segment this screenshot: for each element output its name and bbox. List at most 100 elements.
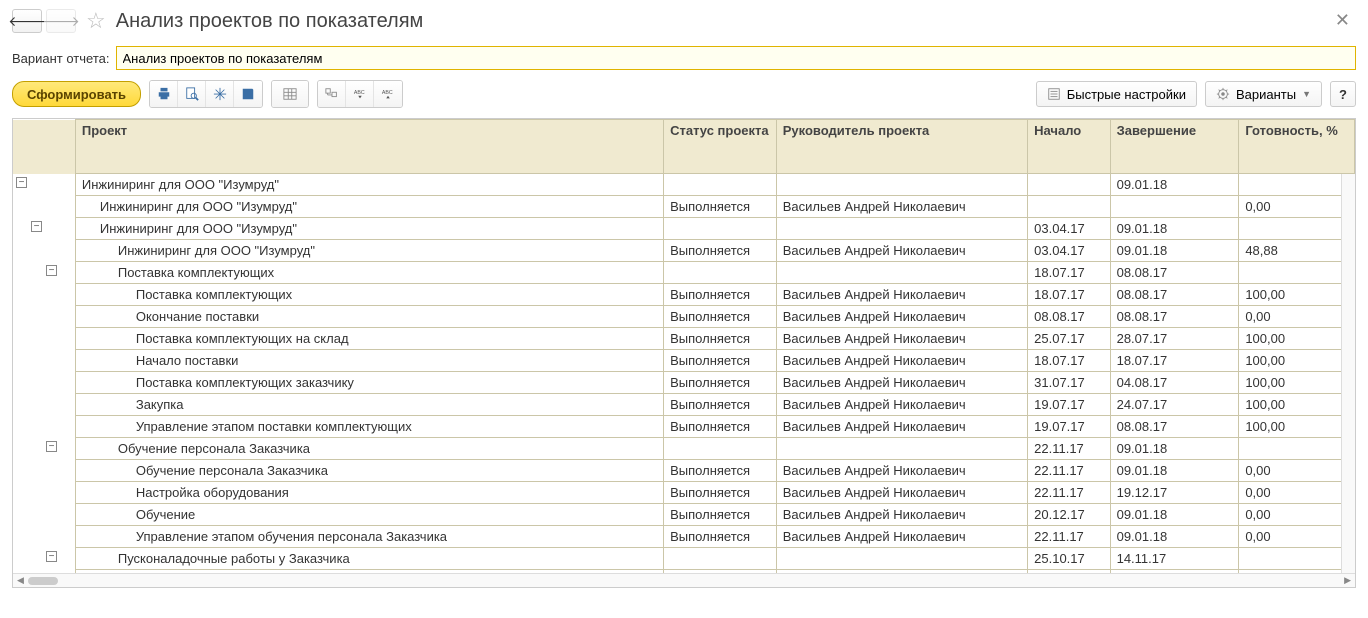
cell-project: Пусконаладочные работы у Заказчика xyxy=(75,570,663,574)
table-row[interactable]: Инжиниринг для ООО "Изумруд"ВыполняетсяВ… xyxy=(13,240,1355,262)
variants-button[interactable]: Варианты ▼ xyxy=(1205,81,1322,107)
form-button[interactable]: Сформировать xyxy=(12,81,141,107)
cell-end: 28.07.17 xyxy=(1110,328,1239,350)
table-row[interactable]: Поставка комплектующих на складВыполняет… xyxy=(13,328,1355,350)
scroll-right-icon[interactable]: ▶ xyxy=(1344,575,1351,586)
cell-start: 18.07.17 xyxy=(1028,284,1110,306)
cell-start: 25.10.17 xyxy=(1028,548,1110,570)
cell-status: Выполняется xyxy=(664,460,777,482)
quick-settings-label: Быстрые настройки xyxy=(1067,87,1186,102)
cell-status: Выполняется xyxy=(664,240,777,262)
cell-status xyxy=(664,218,777,240)
table-row[interactable]: Начало поставкиВыполняетсяВасильев Андре… xyxy=(13,350,1355,372)
favorite-star-icon[interactable]: ☆ xyxy=(86,8,106,34)
table-row[interactable]: ОбучениеВыполняетсяВасильев Андрей Никол… xyxy=(13,504,1355,526)
cell-project: Закупка xyxy=(75,394,663,416)
cell-end: 09.01.18 xyxy=(1110,174,1239,196)
cell-readiness: 0,00 xyxy=(1239,526,1355,548)
cell-readiness: 0,00 xyxy=(1239,570,1355,574)
tree-toggle-icon[interactable]: − xyxy=(46,441,57,452)
cell-project: Обучение xyxy=(75,504,663,526)
cell-readiness: 0,00 xyxy=(1239,504,1355,526)
cell-end: 09.01.18 xyxy=(1110,218,1239,240)
cell-manager: Васильев Андрей Николаевич xyxy=(776,240,1027,262)
cell-manager xyxy=(776,218,1027,240)
cell-manager: Васильев Андрей Николаевич xyxy=(776,504,1027,526)
report-area: Проект Статус проекта Руководитель проек… xyxy=(12,118,1356,588)
cell-readiness: 100,00 xyxy=(1239,350,1355,372)
chevron-down-icon: ▼ xyxy=(1302,89,1311,99)
table-row[interactable]: Инжиниринг для ООО "Изумруд"ВыполняетсяВ… xyxy=(13,196,1355,218)
table-row[interactable]: Обучение персонала ЗаказчикаВыполняетсяВ… xyxy=(13,460,1355,482)
table-row[interactable]: ЗакупкаВыполняетсяВасильев Андрей Никола… xyxy=(13,394,1355,416)
group-expand-icon[interactable]: ABC xyxy=(346,81,374,107)
group-collapse-icon[interactable]: ABC xyxy=(374,81,402,107)
quick-settings-button[interactable]: Быстрые настройки xyxy=(1036,81,1197,107)
close-icon[interactable]: ✕ xyxy=(1329,8,1356,33)
col-readiness: Готовность, % xyxy=(1239,120,1355,174)
cell-manager: Васильев Андрей Николаевич xyxy=(776,196,1027,218)
nav-forward-button: 🡒 xyxy=(46,9,76,33)
cell-status xyxy=(664,438,777,460)
cell-start: 19.07.17 xyxy=(1028,416,1110,438)
cell-end: 09.01.18 xyxy=(1110,438,1239,460)
col-end: Завершение xyxy=(1110,120,1239,174)
cell-readiness: 100,00 xyxy=(1239,372,1355,394)
preview-icon[interactable] xyxy=(178,81,206,107)
table-row[interactable]: −Поставка комплектующих18.07.1708.08.17 xyxy=(13,262,1355,284)
table-row[interactable]: Настройка оборудованияВыполняетсяВасилье… xyxy=(13,482,1355,504)
tree-toggle-icon[interactable]: − xyxy=(31,221,42,232)
cell-manager: Васильев Андрей Николаевич xyxy=(776,482,1027,504)
cell-manager xyxy=(776,548,1027,570)
cell-start: 03.04.17 xyxy=(1028,240,1110,262)
table-row[interactable]: Поставка комплектующихВыполняетсяВасилье… xyxy=(13,284,1355,306)
cell-manager xyxy=(776,438,1027,460)
cell-manager xyxy=(776,174,1027,196)
cell-project: Управление этапом поставки комплектующих xyxy=(75,416,663,438)
table-row[interactable]: Пусконаладочные работы у ЗаказчикаВыполн… xyxy=(13,570,1355,574)
tree-expand-icon[interactable] xyxy=(318,81,346,107)
cell-status xyxy=(664,262,777,284)
save-icon[interactable] xyxy=(234,81,262,107)
tree-toggle-icon[interactable]: − xyxy=(46,551,57,562)
cell-project: Инжиниринг для ООО "Изумруд" xyxy=(75,240,663,262)
table-view-icon[interactable] xyxy=(272,81,308,107)
cell-status: Выполняется xyxy=(664,284,777,306)
cell-status: Выполняется xyxy=(664,504,777,526)
cell-start: 25.07.17 xyxy=(1028,328,1110,350)
expand-icon[interactable] xyxy=(206,81,234,107)
print-icon[interactable] xyxy=(150,81,178,107)
cell-status: Выполняется xyxy=(664,372,777,394)
tree-toggle-icon[interactable]: − xyxy=(16,177,27,188)
cell-manager: Васильев Андрей Николаевич xyxy=(776,570,1027,574)
table-row[interactable]: −Инжиниринг для ООО "Изумруд"09.01.18 xyxy=(13,174,1355,196)
tree-toggle-icon[interactable]: − xyxy=(46,265,57,276)
cell-project: Пусконаладочные работы у Заказчика xyxy=(75,548,663,570)
cell-manager: Васильев Андрей Николаевич xyxy=(776,394,1027,416)
cell-project: Инжиниринг для ООО "Изумруд" xyxy=(75,218,663,240)
table-row[interactable]: −Инжиниринг для ООО "Изумруд"03.04.1709.… xyxy=(13,218,1355,240)
vertical-scrollbar[interactable] xyxy=(1341,174,1355,573)
cell-end: 08.08.17 xyxy=(1110,416,1239,438)
titlebar: 🡐 🡒 ☆ Анализ проектов по показателям ✕ xyxy=(12,8,1356,34)
cell-start: 18.07.17 xyxy=(1028,350,1110,372)
horizontal-scrollbar[interactable]: ◀ ▶ xyxy=(13,573,1355,587)
cell-status: Выполняется xyxy=(664,526,777,548)
cell-project: Окончание поставки xyxy=(75,306,663,328)
table-row[interactable]: −Обучение персонала Заказчика22.11.1709.… xyxy=(13,438,1355,460)
cell-readiness: 100,00 xyxy=(1239,328,1355,350)
scroll-left-icon[interactable]: ◀ xyxy=(17,575,24,586)
variant-input[interactable] xyxy=(116,46,1357,70)
table-row[interactable]: − Пусконаладочные работы у Заказчика 25.10… xyxy=(13,548,1355,570)
cell-readiness xyxy=(1239,548,1355,570)
table-row[interactable]: Окончание поставкиВыполняетсяВасильев Ан… xyxy=(13,306,1355,328)
table-row[interactable]: Управление этапом поставки комплектующих… xyxy=(13,416,1355,438)
nav-back-button[interactable]: 🡐 xyxy=(12,9,42,33)
col-manager: Руководитель проекта xyxy=(776,120,1027,174)
table-row[interactable]: Поставка комплектующих заказчикуВыполняе… xyxy=(13,372,1355,394)
cell-project: Поставка комплектующих xyxy=(75,262,663,284)
cell-readiness xyxy=(1239,438,1355,460)
help-button[interactable]: ? xyxy=(1330,81,1356,107)
table-row[interactable]: Управление этапом обучения персонала Зак… xyxy=(13,526,1355,548)
svg-text:ABC: ABC xyxy=(353,90,364,96)
